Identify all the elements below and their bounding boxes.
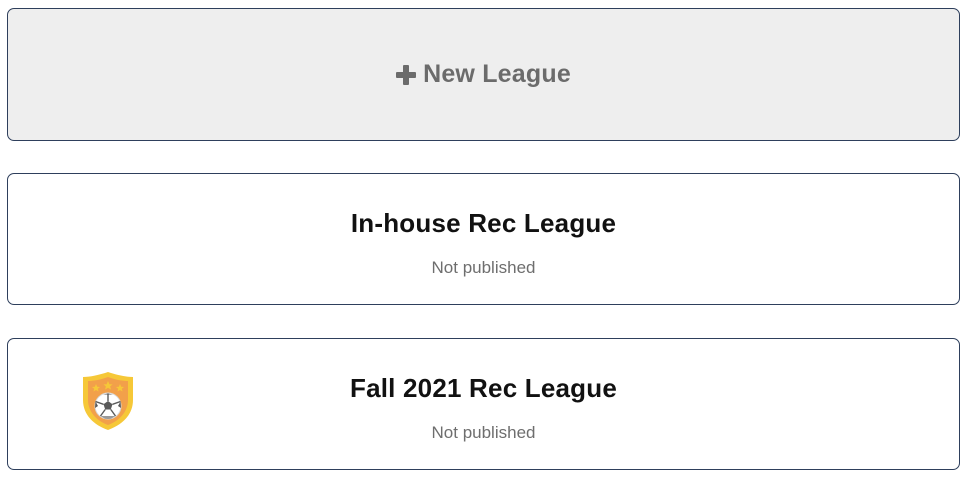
plus-icon <box>396 64 417 85</box>
new-league-button[interactable]: New League <box>7 8 960 141</box>
league-card[interactable]: In-house Rec League Not published <box>7 173 960 305</box>
new-league-label: New League <box>423 60 571 88</box>
league-title: Fall 2021 Rec League <box>349 373 618 403</box>
league-title: In-house Rec League <box>350 208 617 238</box>
league-status: Not published <box>431 258 536 277</box>
new-league-content: New League <box>396 60 571 89</box>
league-card[interactable]: Fall 2021 Rec League Not published <box>7 338 960 470</box>
league-status: Not published <box>431 423 536 442</box>
